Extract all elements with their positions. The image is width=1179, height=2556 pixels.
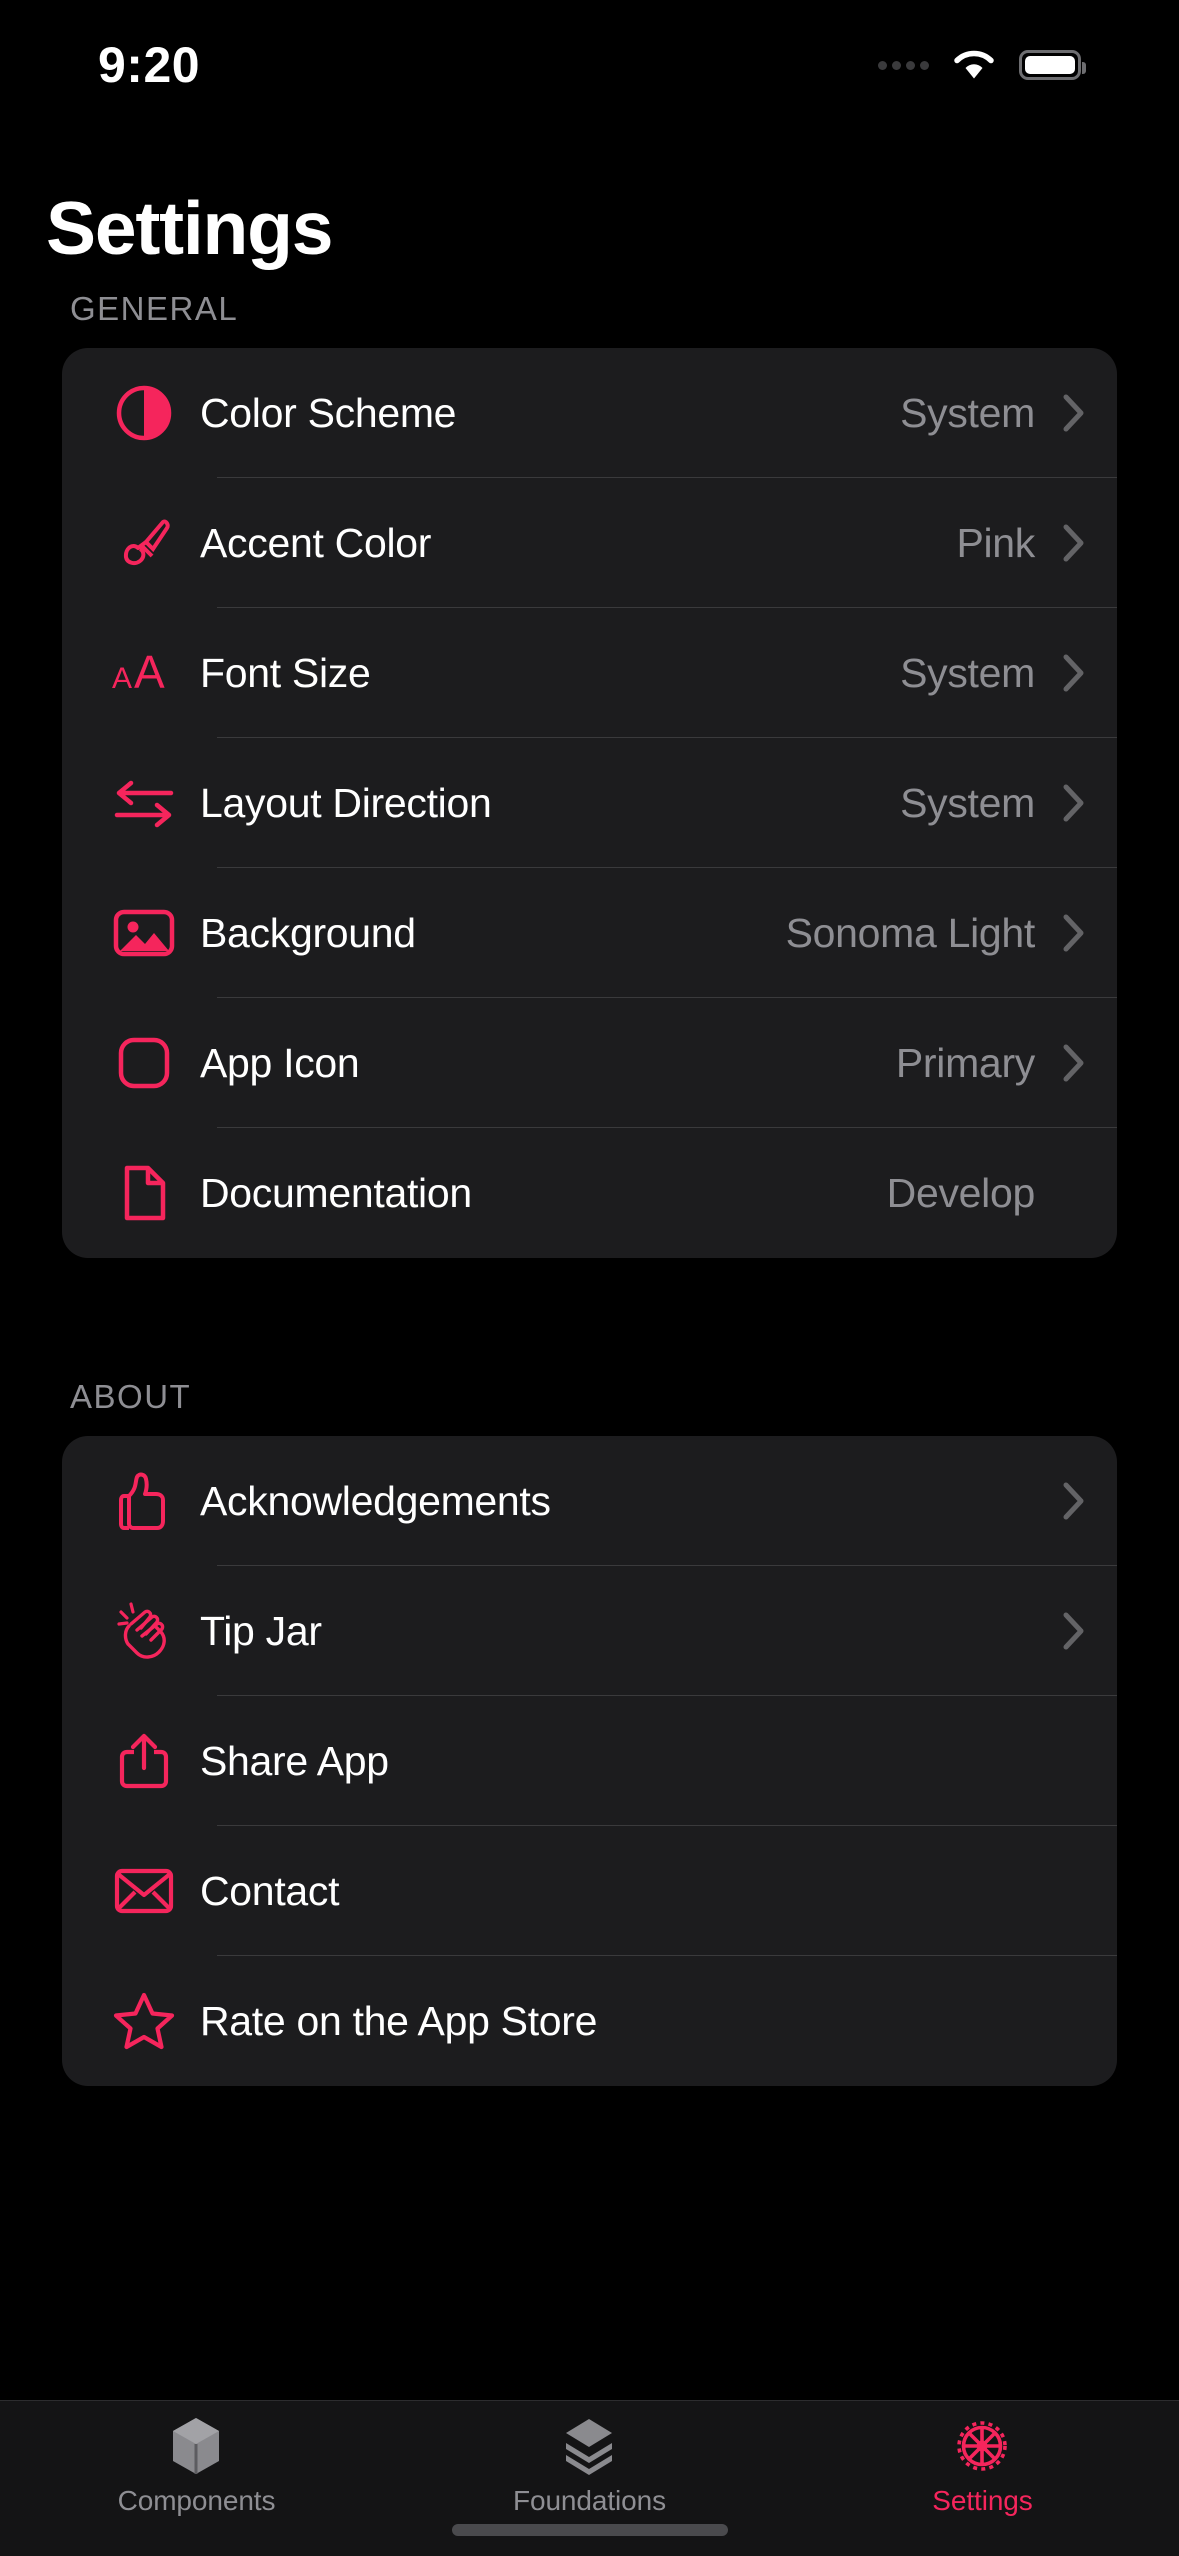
tab-label: Settings (932, 2485, 1033, 2516)
tab-settings[interactable]: Settings (786, 2415, 1179, 2517)
svg-text:A: A (134, 646, 165, 698)
section-header-general: GENERAL (70, 290, 239, 327)
chevron-right-icon (1057, 783, 1091, 823)
home-indicator (451, 2524, 728, 2536)
hands-clapping-icon (88, 1566, 200, 1696)
settings-row-value: Primary (895, 1039, 1035, 1086)
settings-row-label: Contact (200, 1867, 340, 1914)
settings-row-label: Acknowledgements (200, 1477, 551, 1524)
status-bar-indicators (878, 48, 1086, 82)
settings-row-label: Font Size (200, 649, 371, 696)
tab-label: Components (117, 2485, 276, 2516)
settings-row-tip-jar[interactable]: Tip Jar (62, 1566, 1117, 1696)
settings-row-label: Layout Direction (200, 779, 492, 826)
thumbs-up-icon (88, 1436, 200, 1566)
chevron-right-icon (1057, 393, 1091, 433)
settings-row-value: Pink (956, 519, 1035, 566)
chevron-right-icon (1057, 1043, 1091, 1083)
settings-row-font-size[interactable]: A A Font Size System (62, 608, 1117, 738)
settings-scroll-area[interactable]: GENERAL Color Scheme System Accent Color… (0, 290, 1179, 2400)
settings-row-value: System (900, 649, 1035, 696)
settings-row-value: Develop (886, 1169, 1036, 1216)
settings-row-rate-app-store[interactable]: Rate on the App Store (62, 1956, 1117, 2086)
envelope-icon (88, 1826, 200, 1956)
app-icon-square-icon (88, 998, 200, 1128)
background-image-icon (88, 868, 200, 998)
settings-row-label: Accent Color (200, 519, 432, 566)
font-size-icon: A A (88, 608, 200, 738)
settings-row-label: Background (200, 909, 416, 956)
chevron-right-icon (1057, 1481, 1091, 1521)
settings-group-general: Color Scheme System Accent Color Pink A … (62, 348, 1117, 1258)
settings-row-value: System (900, 779, 1035, 826)
battery-icon (1019, 50, 1086, 80)
settings-row-value: System (900, 389, 1035, 436)
tab-components[interactable]: Components (0, 2415, 393, 2517)
gear-icon (951, 2415, 1013, 2477)
settings-row-label: Share App (200, 1737, 389, 1784)
settings-row-color-scheme[interactable]: Color Scheme System (62, 348, 1117, 478)
settings-row-label: Tip Jar (200, 1607, 322, 1654)
wifi-icon (951, 48, 997, 82)
page-title: Settings (46, 186, 333, 270)
settings-row-accent-color[interactable]: Accent Color Pink (62, 478, 1117, 608)
tab-bar: Components Foundations Settings (0, 2400, 1179, 2556)
settings-row-label: Color Scheme (200, 389, 457, 436)
document-icon (88, 1128, 200, 1258)
signal-dots-icon (878, 60, 929, 70)
chevron-right-icon (1057, 1611, 1091, 1651)
settings-row-documentation[interactable]: Documentation Develop (62, 1128, 1117, 1258)
settings-row-label: Rate on the App Store (200, 1997, 598, 2044)
svg-text:A: A (112, 662, 132, 695)
settings-row-value: Sonoma Light (785, 909, 1036, 956)
status-bar: 9:20 (0, 0, 1179, 130)
settings-row-background[interactable]: Background Sonoma Light (62, 868, 1117, 998)
settings-row-share-app[interactable]: Share App (62, 1696, 1117, 1826)
tab-label: Foundations (512, 2485, 666, 2516)
settings-row-acknowledgements[interactable]: Acknowledgements (62, 1436, 1117, 1566)
share-icon (88, 1696, 200, 1826)
settings-row-label: Documentation (200, 1169, 472, 1216)
chevron-right-icon (1057, 523, 1091, 563)
settings-group-about: Acknowledgements Tip Jar Share App Conta… (62, 1436, 1117, 2086)
color-scheme-icon (88, 348, 200, 478)
cube-icon (167, 2415, 225, 2477)
star-icon (88, 1956, 200, 2086)
settings-row-label: App Icon (200, 1039, 360, 1086)
paintbrush-icon (88, 478, 200, 608)
settings-row-app-icon[interactable]: App Icon Primary (62, 998, 1117, 1128)
layout-direction-icon (88, 738, 200, 868)
chevron-right-icon (1057, 913, 1091, 953)
chevron-right-icon (1057, 653, 1091, 693)
settings-row-contact[interactable]: Contact (62, 1826, 1117, 1956)
settings-row-layout-direction[interactable]: Layout Direction System (62, 738, 1117, 868)
section-header-about: ABOUT (70, 1378, 192, 1415)
layers-icon (559, 2415, 619, 2477)
tab-foundations[interactable]: Foundations (393, 2415, 786, 2517)
status-bar-time: 9:20 (98, 37, 201, 93)
